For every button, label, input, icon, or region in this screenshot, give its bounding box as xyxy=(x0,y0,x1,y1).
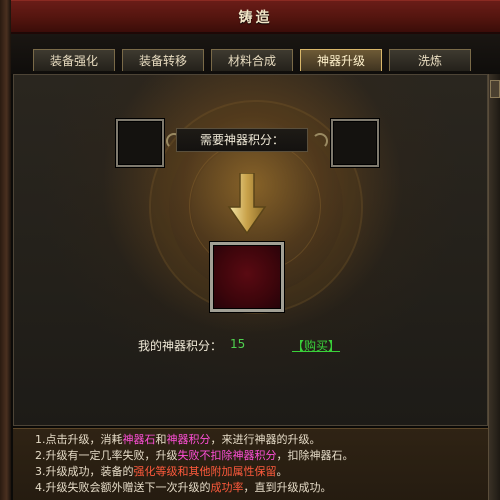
tab-equipment-enhance[interactable]: 装备强化 xyxy=(33,49,115,71)
tab-bar: 装备强化 装备转移 材料合成 神器升级 洗炼 xyxy=(11,34,500,74)
note-line-1: 1.点击升级，消耗神器石和神器积分，来进行神器的升级。 xyxy=(35,433,321,446)
upgrade-panel: 需要神器积分： 我的神器积分： 15 【购买】 xyxy=(13,74,488,426)
note-line-4: 4.升级失败会额外赠送下一次升级的成功率，直到升级成功。 xyxy=(35,481,332,494)
upgrade-notes: 1.点击升级，消耗神器石和神器积分，来进行神器的升级。 2.升级有一定几率失败，… xyxy=(13,428,488,500)
upgraded-artifact-slot[interactable] xyxy=(210,242,284,312)
tab-artifact-upgrade[interactable]: 神器升级 xyxy=(300,49,382,71)
required-score-label: 需要神器积分： xyxy=(176,128,308,152)
tab-material-synthesis[interactable]: 材料合成 xyxy=(211,49,293,71)
my-score-label: 我的神器积分： xyxy=(138,339,223,353)
down-arrow-icon xyxy=(227,173,267,235)
my-score-value: 15 xyxy=(230,337,246,351)
window-header: 铸造 xyxy=(11,0,500,34)
artifact-input-slot[interactable] xyxy=(116,119,164,167)
left-border xyxy=(0,0,11,500)
forge-window: 铸造 装备强化 装备转移 材料合成 神器升级 洗炼 需要神器积分： 我的神器积分… xyxy=(0,0,500,500)
window-title: 铸造 xyxy=(238,10,273,26)
material-input-slot[interactable] xyxy=(331,119,379,167)
ornament-right-icon xyxy=(312,133,328,149)
right-scroll-track xyxy=(488,74,500,500)
scroll-up-button[interactable] xyxy=(490,80,500,98)
buy-score-link[interactable]: 【购买】 xyxy=(292,337,340,354)
note-line-3: 3.升级成功，装备的强化等级和其他附加属性保留。 xyxy=(35,465,288,478)
note-line-2: 2.升级有一定几率失败，升级失败不扣除神器积分，扣除神器石。 xyxy=(35,449,354,462)
tab-refine[interactable]: 洗炼 xyxy=(389,49,471,71)
tab-equipment-transfer[interactable]: 装备转移 xyxy=(122,49,204,71)
